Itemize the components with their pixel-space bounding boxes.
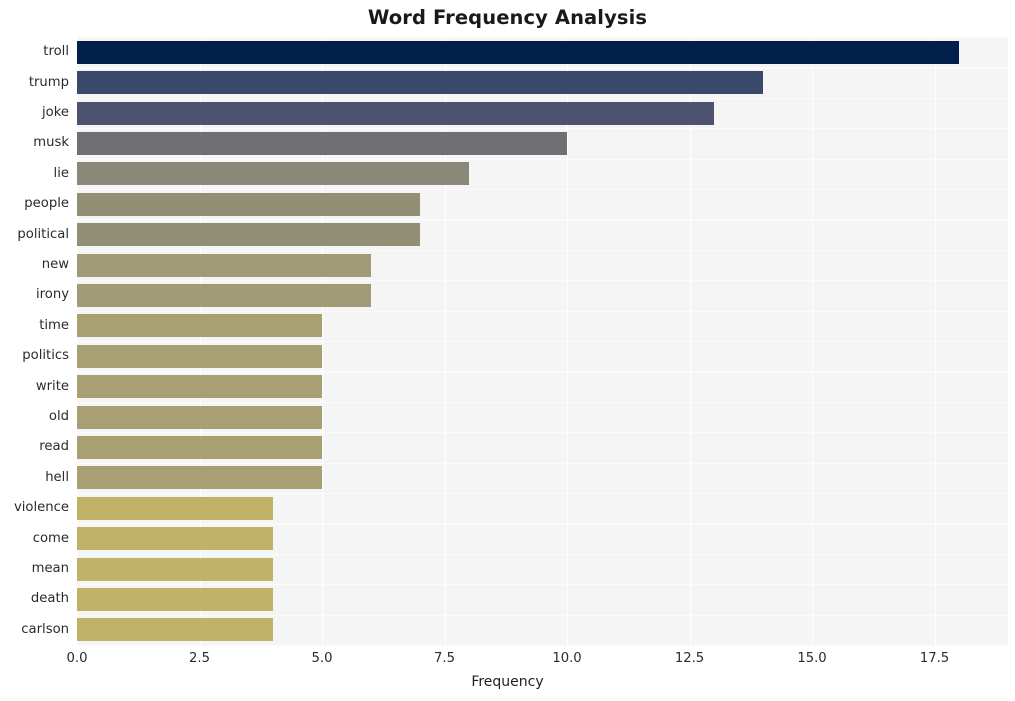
y-tick-label: troll <box>43 44 69 60</box>
x-axis-label: Frequency <box>471 674 544 690</box>
x-tick-label: 10.0 <box>552 651 582 666</box>
x-tick-label: 15.0 <box>797 651 827 666</box>
y-tick-label: read <box>39 439 69 455</box>
y-tick-label: trump <box>28 74 69 90</box>
y-tick-label: people <box>24 196 69 212</box>
x-tick-label: 2.5 <box>189 651 210 666</box>
y-axis-tick-labels: troll trump joke musk lie people political new i… <box>0 37 1015 645</box>
y-tick-label: come <box>32 530 69 546</box>
x-tick-label: 5.0 <box>311 651 333 666</box>
y-tick-label: musk <box>33 135 69 151</box>
y-tick-label: carlson <box>21 621 69 637</box>
y-tick-label: hell <box>45 469 69 485</box>
y-tick-label: new <box>41 257 69 272</box>
x-tick-label: 0.0 <box>66 651 88 666</box>
y-tick-label: lie <box>53 165 69 181</box>
y-tick-label: time <box>39 317 69 333</box>
x-tick-label: 7.5 <box>434 651 455 666</box>
y-tick-label: irony <box>35 287 69 303</box>
y-tick-label: political <box>17 226 69 242</box>
y-tick-label: write <box>35 378 69 394</box>
y-tick-label: politics <box>22 348 69 364</box>
chart-figure: Word Frequency Analysis troll trump joke mu… <box>0 0 1015 701</box>
y-tick-label: mean <box>31 561 69 576</box>
x-tick-label: 17.5 <box>919 651 950 666</box>
y-tick-label: violence <box>13 500 69 516</box>
x-axis-tick-labels: 0.0 2.5 5.0 7.5 10.0 12.5 15.0 17.5 <box>0 645 1015 675</box>
chart-title: Word Frequency Analysis <box>367 6 648 29</box>
x-tick-label: 12.5 <box>674 651 705 666</box>
y-tick-label: joke <box>41 105 69 120</box>
y-tick-label: death <box>30 591 69 607</box>
y-tick-label: old <box>48 409 69 424</box>
